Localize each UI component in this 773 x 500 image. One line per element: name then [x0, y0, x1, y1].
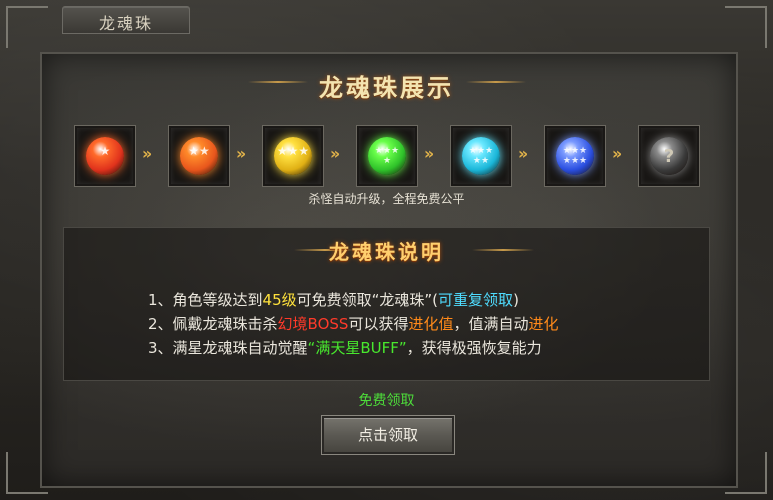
ball-green-slot[interactable]: ★★★ ★ [356, 125, 418, 187]
buff-highlight: “满天星BUFF” [307, 339, 407, 357]
ball-orange-slot[interactable]: ★★ [168, 125, 230, 187]
ball-red-icon: ★ [86, 137, 124, 175]
window-title: 龙魂珠 [98, 14, 153, 33]
line-text: 可以获得 [348, 315, 409, 333]
ball-cyan-slot[interactable]: ★★★ ★★ [450, 125, 512, 187]
star-icon: ★★★ ★★ [468, 146, 494, 166]
showcase-heading-wrap: 龙魂珠展示 [0, 68, 773, 103]
chevron-right-icon: ›› [330, 144, 340, 163]
star-icon: ★★★ [276, 144, 310, 158]
window-title-tab: 龙魂珠 [62, 6, 190, 34]
line-text: 2、佩戴龙魂珠击杀 [148, 315, 278, 333]
line-text: ，值满自动 [453, 315, 529, 333]
star-icon: ★★ [188, 144, 210, 158]
ball-blue-icon: ★★★ ★★★ [556, 137, 594, 175]
ball-yellow-icon: ★★★ [274, 137, 312, 175]
heading-divider-left [248, 81, 308, 83]
line-text: 可免费领取“龙魂珠”( [296, 291, 439, 309]
frame-corner [6, 6, 48, 48]
frame-corner [725, 6, 767, 48]
line-text: 3、满星龙魂珠自动觉醒 [148, 339, 308, 357]
chevron-right-icon: ›› [142, 144, 152, 163]
chevron-right-icon: ›› [518, 144, 528, 163]
star-icon: ★ [99, 144, 111, 158]
evolution-value-highlight: 进化值 [408, 315, 454, 333]
ball-progression-row: ★ ›› ★★ ›› ★★★ ›› ★★★ ★ ›› ★★★ ★★ ›› ★★★ ★★★ ››? [74, 125, 700, 187]
star-icon: ★★★ ★★★ [562, 146, 588, 166]
ball-unknown-icon: ? [650, 137, 688, 175]
window-frame: 龙魂珠 龙魂珠展示 ★ ›› ★★ ›› ★★★ ›› ★★★ ★ ›› ★★★ ★★ ›› ★★★… [0, 0, 773, 500]
ball-red-slot[interactable]: ★ [74, 125, 136, 187]
heading-divider-right [466, 81, 526, 83]
showcase-heading: 龙魂珠展示 [319, 73, 454, 102]
unknown-icon: ? [663, 146, 675, 167]
line-text: 1、角色等级达到 [148, 291, 263, 309]
chevron-right-icon: ›› [612, 144, 622, 163]
heading-divider-right [472, 249, 534, 251]
ball-orange-icon: ★★ [180, 137, 218, 175]
description-line-3: 3、满星龙魂珠自动觉醒“满天星BUFF”，获得极强恢复能力 [148, 336, 559, 360]
chevron-right-icon: ›› [236, 144, 246, 163]
description-heading-wrap: 龙魂珠说明 [64, 236, 709, 265]
chevron-right-icon: ›› [424, 144, 434, 163]
description-heading: 龙魂珠说明 [329, 240, 444, 264]
free-claim-label: 免费领取 [358, 393, 415, 409]
ball-blue-slot[interactable]: ★★★ ★★★ [544, 125, 606, 187]
description-line-1: 1、角色等级达到45级可免费领取“龙魂珠”(可重复领取) [148, 288, 559, 312]
description-lines: 1、角色等级达到45级可免费领取“龙魂珠”(可重复领取) 2、佩戴龙魂珠击杀幻境… [148, 288, 559, 360]
line-text: ，获得极强恢复能力 [406, 339, 542, 357]
ball-cyan-icon: ★★★ ★★ [462, 137, 500, 175]
repeatable-highlight: 可重复领取 [438, 291, 514, 309]
upgrade-note: 杀怪自动升级，全程免费公平 [308, 192, 465, 206]
level-highlight: 45级 [262, 291, 297, 309]
ball-unknown-slot[interactable]: ? [638, 125, 700, 187]
ball-yellow-slot[interactable]: ★★★ [262, 125, 324, 187]
evolve-highlight: 进化 [528, 315, 559, 333]
line-text: ) [513, 291, 519, 309]
claim-button[interactable]: 点击领取 [321, 415, 455, 455]
description-box: 龙魂珠说明 1、角色等级达到45级可免费领取“龙魂珠”(可重复领取) 2、佩戴龙… [63, 227, 710, 381]
ball-green-icon: ★★★ ★ [368, 137, 406, 175]
boss-highlight: 幻境BOSS [277, 315, 349, 333]
description-line-2: 2、佩戴龙魂珠击杀幻境BOSS可以获得进化值，值满自动进化 [148, 312, 559, 336]
star-icon: ★★★ ★ [374, 146, 400, 166]
